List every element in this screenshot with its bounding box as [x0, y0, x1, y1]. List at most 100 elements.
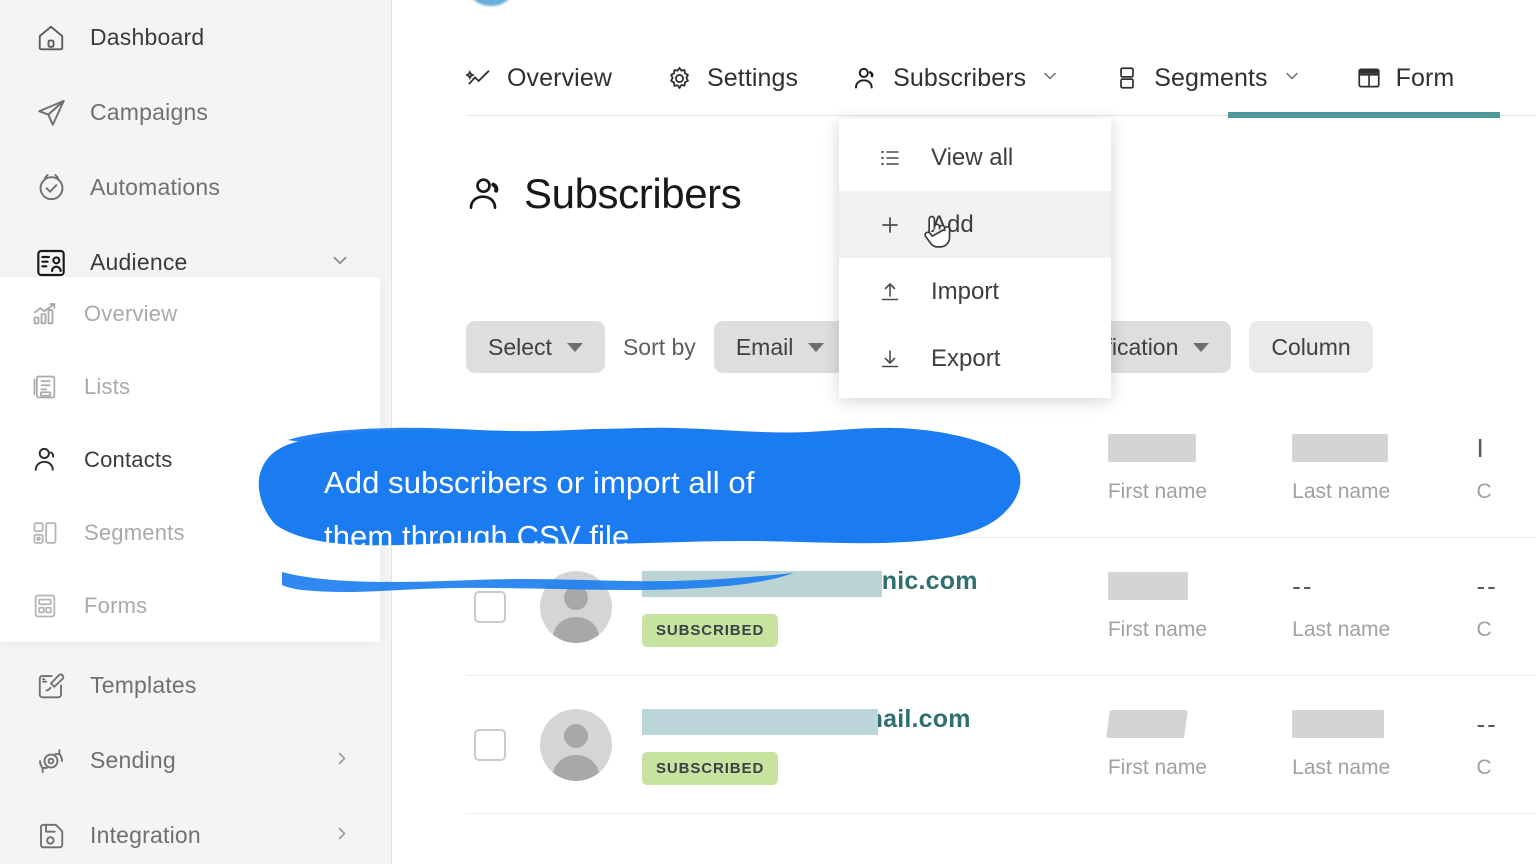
- caret-down-icon: [808, 342, 825, 352]
- template-brush-icon: [34, 669, 68, 703]
- tab-settings[interactable]: Settings: [666, 42, 798, 114]
- sidebar-item-overview[interactable]: Overview: [0, 277, 380, 350]
- redacted-value: [1292, 709, 1385, 738]
- menu-item-label: Export: [931, 344, 1001, 372]
- tab-segments[interactable]: Segments: [1114, 42, 1301, 114]
- paper-plane-icon: [34, 96, 68, 130]
- avatar: [540, 708, 612, 781]
- sidebar-item-templates[interactable]: Templates: [0, 648, 391, 723]
- tab-form[interactable]: Form: [1356, 42, 1455, 114]
- select-dropdown[interactable]: Select: [466, 321, 605, 373]
- extra-cell: -- C: [1477, 710, 1536, 780]
- sidebar-item-label: Contacts: [84, 446, 173, 472]
- app-root: Dashboard Campaigns Automations Audience…: [0, 0, 1536, 864]
- active-tab-indicator: [1228, 112, 1500, 118]
- sidebar-item-segments[interactable]: Segments: [0, 496, 380, 569]
- person-icon: [852, 65, 879, 92]
- clock-check-icon: [34, 171, 68, 205]
- columns-label: Column: [1271, 333, 1351, 360]
- subscriber-email: xxxxxxxxxxxxxxxxxnic.com: [642, 567, 978, 597]
- row-checkbox[interactable]: [474, 728, 506, 761]
- sidebar-item-sending[interactable]: Sending: [0, 723, 391, 798]
- extra-label: C: [1476, 479, 1492, 503]
- extra-cell: I C: [1477, 434, 1536, 504]
- main-content: Overview Settings Subscribers Segments F…: [392, 0, 1536, 864]
- tab-label: Subscribers: [893, 63, 1027, 92]
- chevron-right-icon[interactable]: [332, 823, 352, 848]
- sidebar-item-contacts[interactable]: Contacts: [0, 423, 380, 496]
- subscribers-dropdown-menu: View all Add Import Export: [839, 118, 1111, 398]
- status-badge: SUBSCRIBED: [642, 751, 779, 785]
- tab-label: Settings: [707, 63, 799, 92]
- segments-icon: [1114, 65, 1140, 91]
- sidebar-item-label: Dashboard: [90, 24, 205, 50]
- chevron-down-icon[interactable]: [1282, 66, 1302, 91]
- menu-item-export[interactable]: Export: [839, 325, 1111, 392]
- avatar: [540, 570, 612, 643]
- row-checkbox[interactable]: [474, 452, 506, 485]
- sidebar-item-label: Forms: [84, 592, 148, 618]
- first-name-label: First name: [1107, 479, 1208, 503]
- extra-value: --: [1476, 708, 1498, 739]
- chevron-right-icon[interactable]: [332, 748, 352, 773]
- sidebar-item-lists[interactable]: Lists: [0, 350, 380, 423]
- sidebar-item-campaigns[interactable]: Campaigns: [0, 75, 391, 150]
- chevron-down-icon[interactable]: [329, 249, 351, 276]
- sidebar-item-label: Templates: [90, 672, 197, 698]
- last-name-cell: -- Last name: [1292, 572, 1476, 642]
- person-icon: [30, 443, 60, 477]
- sidebar-item-dashboard[interactable]: Dashboard: [0, 0, 391, 75]
- menu-item-label: Import: [931, 277, 1000, 305]
- plus-icon: [877, 213, 903, 237]
- sending-gear-icon: [34, 744, 68, 778]
- sidebar: Dashboard Campaigns Automations Audience…: [0, 0, 392, 864]
- spark-chart-icon: [466, 65, 493, 92]
- row-checkbox[interactable]: [474, 590, 506, 623]
- menu-item-import[interactable]: Import: [839, 258, 1111, 325]
- forms-icon: [30, 589, 60, 623]
- tab-overview[interactable]: Overview: [466, 42, 612, 114]
- menu-item-add[interactable]: Add: [839, 191, 1111, 258]
- integration-icon: [34, 819, 68, 853]
- sidebar-item-integration[interactable]: Integration: [0, 798, 391, 864]
- sidebar-item-label: Overview: [84, 300, 178, 326]
- last-name-cell: Last name: [1292, 433, 1476, 504]
- menu-item-label: Add: [931, 210, 974, 238]
- extra-value: I: [1476, 432, 1486, 463]
- sort-field-dropdown[interactable]: Email: [713, 321, 847, 373]
- extra-value: --: [1476, 570, 1498, 601]
- sidebar-item-label: Campaigns: [90, 99, 209, 125]
- last-name-label: Last name: [1292, 479, 1391, 503]
- redacted-value: [1292, 433, 1389, 462]
- last-name-label: Last name: [1292, 617, 1391, 641]
- extra-label: C: [1476, 617, 1492, 641]
- people-icon: [466, 174, 506, 214]
- last-name-label: Last name: [1292, 755, 1391, 779]
- sidebar-item-automations[interactable]: Automations: [0, 150, 391, 225]
- chevron-down-icon[interactable]: [1040, 66, 1060, 91]
- columns-button[interactable]: Column: [1249, 321, 1373, 373]
- sort-by-label: Sort by: [622, 333, 696, 360]
- caret-down-icon: [566, 342, 583, 352]
- redacted-value: [1107, 433, 1196, 462]
- subscribers-table: First name Last name I C xxxxxxxxxxx: [466, 400, 1536, 814]
- partial-avatar-badge: [470, 0, 512, 6]
- first-name-label: First name: [1107, 617, 1208, 641]
- sort-field-label: Email: [735, 333, 794, 360]
- page-title: Subscribers: [466, 170, 742, 218]
- table-row[interactable]: xxxxxxxxxxxxxxxxxnic.com SUBSCRIBED Firs…: [466, 538, 1536, 676]
- table-row[interactable]: First name Last name I C: [466, 400, 1536, 538]
- tab-subscribers[interactable]: Subscribers: [852, 42, 1060, 114]
- caret-down-icon: [1193, 342, 1210, 352]
- avatar: [540, 432, 612, 505]
- subscriber-email: xxxxxxxxxxxxxxxxnail.com: [642, 705, 971, 735]
- sidebar-item-forms[interactable]: Forms: [0, 569, 380, 642]
- menu-item-label: View all: [931, 143, 1014, 171]
- sidebar-item-label: Integration: [90, 822, 201, 848]
- table-row[interactable]: xxxxxxxxxxxxxxxxnail.com SUBSCRIBED Firs…: [466, 676, 1536, 814]
- redacted-value: [1105, 709, 1188, 738]
- menu-item-view-all[interactable]: View all: [839, 124, 1111, 191]
- form-icon: [1356, 65, 1382, 91]
- segments-icon: [30, 516, 60, 550]
- status-badge: SUBSCRIBED: [642, 613, 779, 647]
